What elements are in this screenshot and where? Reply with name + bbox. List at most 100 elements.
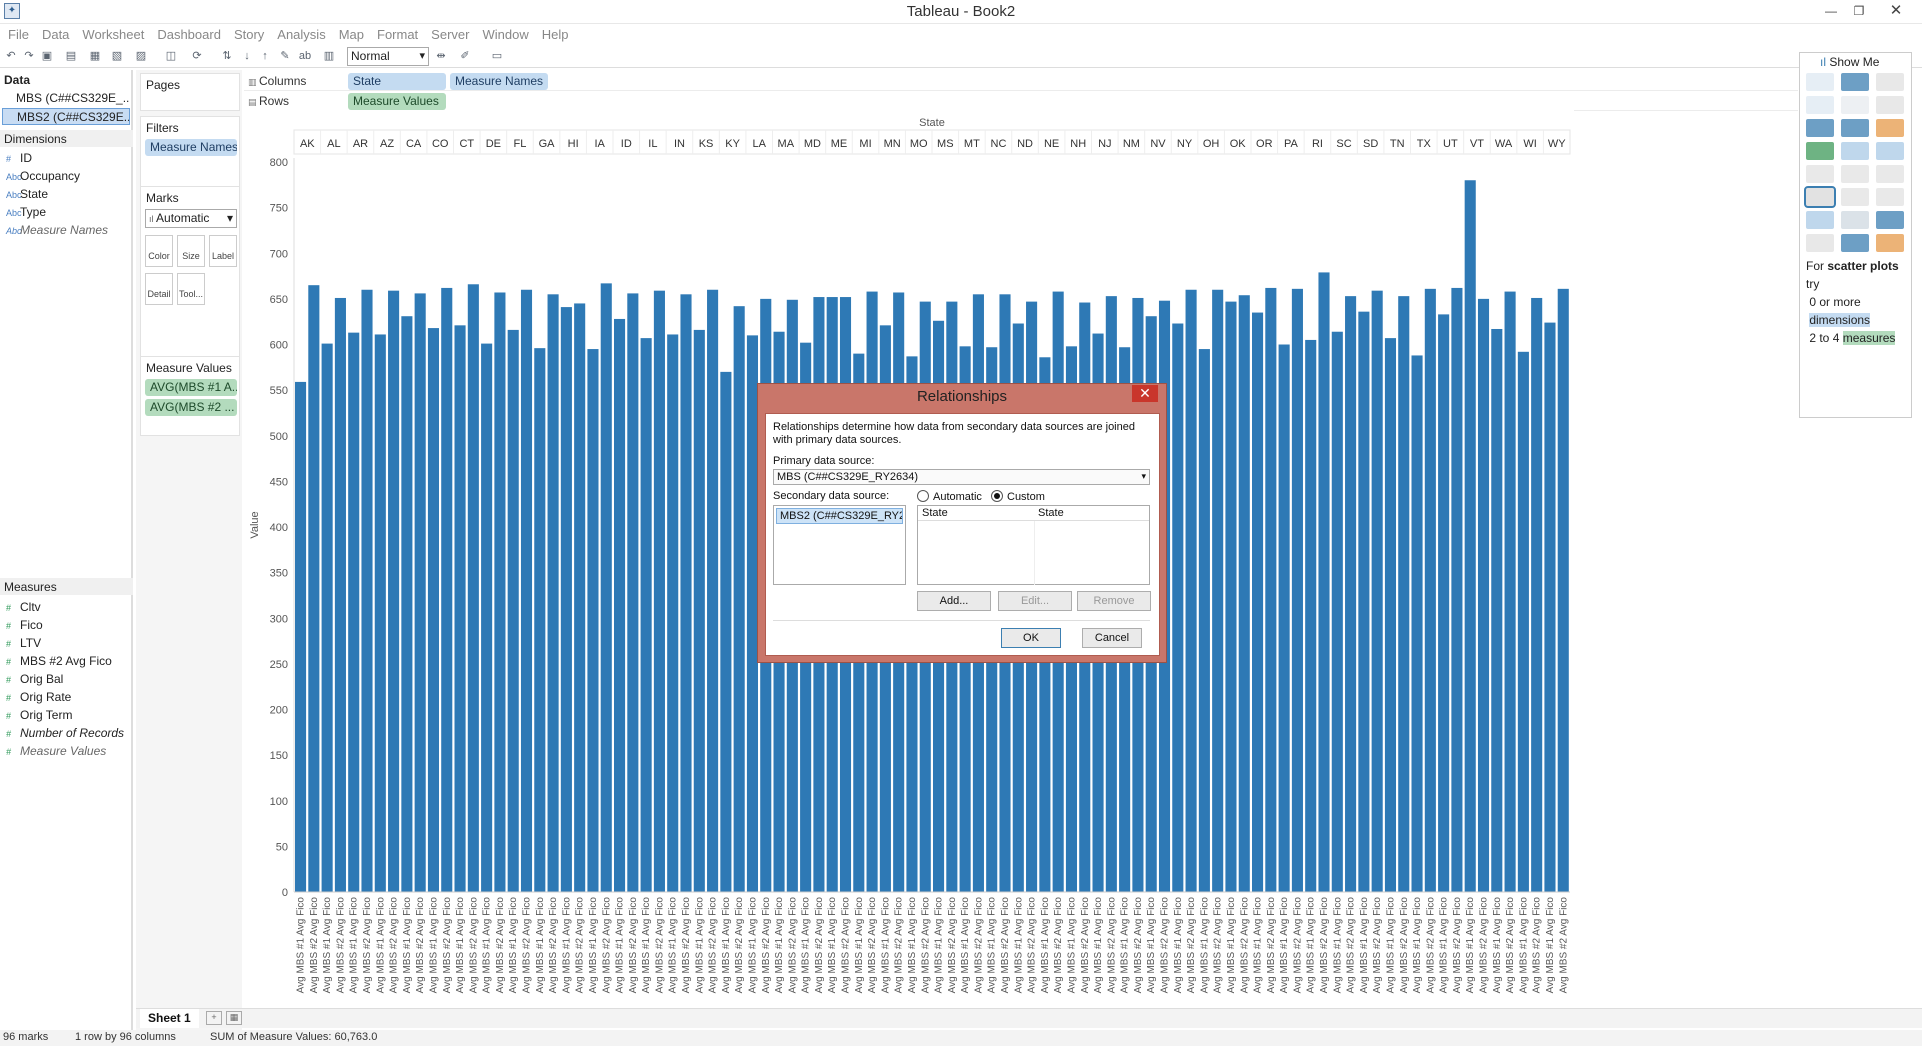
bar[interactable] <box>707 289 719 892</box>
menu-story[interactable]: Story <box>226 24 269 42</box>
automatic-radio[interactable] <box>917 490 929 502</box>
chart-type-thumbnail[interactable] <box>1876 119 1904 137</box>
bar[interactable] <box>574 303 586 892</box>
menu-help[interactable]: Help <box>534 24 574 42</box>
bar[interactable] <box>1252 312 1264 892</box>
bar[interactable] <box>507 329 519 892</box>
chart-type-thumbnail[interactable] <box>1806 211 1834 229</box>
field-id[interactable]: # ID <box>6 151 32 168</box>
menu-file[interactable]: File <box>0 24 34 42</box>
bar[interactable] <box>1504 291 1516 892</box>
field-mbs2-avg-fico[interactable]: # MBS #2 Avg Fico <box>6 654 112 671</box>
field-mapping-table[interactable]: State State <box>917 505 1150 585</box>
measure-values-pill-1[interactable]: AVG(MBS #1 A... <box>145 379 237 396</box>
remove-button[interactable]: Remove <box>1077 591 1151 611</box>
presentation-icon[interactable]: ▭ <box>490 49 504 63</box>
chart-type-thumbnail[interactable] <box>1876 234 1904 252</box>
bar[interactable] <box>667 334 679 892</box>
bar[interactable] <box>1464 180 1476 892</box>
chart-type-thumbnail[interactable] <box>1806 96 1834 114</box>
chart-type-thumbnail[interactable] <box>1841 96 1869 114</box>
menu-window[interactable]: Window <box>474 24 533 42</box>
bar[interactable] <box>733 306 745 892</box>
bar[interactable] <box>693 329 705 892</box>
restore-icon[interactable]: ❐ <box>1848 2 1870 20</box>
bar[interactable] <box>388 290 400 893</box>
bar[interactable] <box>1491 328 1503 892</box>
sort-ascending-icon[interactable]: ↓ <box>240 49 254 63</box>
secondary-datasource-item[interactable]: MBS2 (C##CS329E_RY2 <box>776 508 903 524</box>
bar[interactable] <box>1345 296 1357 892</box>
duplicate-sheet-icon[interactable]: ▧ <box>110 49 124 63</box>
tooltip-button[interactable]: Tool... <box>177 273 205 305</box>
field-type[interactable]: AbcType <box>6 205 46 222</box>
bar[interactable] <box>1238 295 1250 893</box>
size-button[interactable]: Size <box>177 235 205 267</box>
field-occupancy[interactable]: AbcOccupancy <box>6 169 80 186</box>
clear-sheet-icon[interactable]: ▨ <box>134 49 148 63</box>
chart-type-thumbnail[interactable] <box>1806 142 1834 160</box>
field-orig-rate[interactable]: # Orig Rate <box>6 690 71 707</box>
labels-icon[interactable]: ab <box>298 49 312 63</box>
minimize-icon[interactable]: — <box>1820 2 1842 20</box>
chart-type-thumbnail[interactable] <box>1876 73 1904 91</box>
bar[interactable] <box>1531 297 1543 892</box>
pause-updates-icon[interactable]: ◫ <box>164 49 178 63</box>
rows-pill-measure-values[interactable]: Measure Values <box>348 93 446 110</box>
custom-radio[interactable] <box>991 490 1003 502</box>
bar[interactable] <box>1212 289 1224 892</box>
bar[interactable] <box>1517 351 1529 892</box>
chart-type-thumbnail[interactable] <box>1841 119 1869 137</box>
bar[interactable] <box>414 293 426 892</box>
add-button[interactable]: Add... <box>917 591 991 611</box>
mark-type-select[interactable]: ıl Automatic ▾ <box>145 209 237 228</box>
field-measure-values[interactable]: # Measure Values <box>6 744 106 761</box>
chart-type-thumbnail[interactable] <box>1876 142 1904 160</box>
primary-datasource-select[interactable]: MBS (C##CS329E_RY2634) ▾ <box>773 469 1150 485</box>
menu-data[interactable]: Data <box>34 24 74 42</box>
chart-type-thumbnail[interactable] <box>1806 165 1834 183</box>
bar[interactable] <box>560 307 572 892</box>
chart-type-thumbnail[interactable] <box>1841 73 1869 91</box>
ok-button[interactable]: OK <box>1001 628 1061 648</box>
chart-type-thumbnail[interactable] <box>1806 234 1834 252</box>
bar[interactable] <box>1411 355 1423 892</box>
label-button[interactable]: Label <box>209 235 237 267</box>
chart-options-icon[interactable]: ▥ <box>322 49 336 63</box>
bar[interactable] <box>1291 288 1303 892</box>
rows-shelf[interactable]: ▤ Rows Measure Values <box>244 92 1798 111</box>
bar[interactable] <box>547 294 559 892</box>
close-icon[interactable]: ✕ <box>1132 385 1158 402</box>
bar[interactable] <box>1477 298 1490 892</box>
bar[interactable] <box>614 318 626 892</box>
bar[interactable] <box>1318 272 1330 893</box>
swap-icon[interactable]: ⇅ <box>220 49 234 63</box>
bar[interactable] <box>1305 339 1317 892</box>
bar[interactable] <box>1185 289 1197 892</box>
bar[interactable] <box>640 338 652 892</box>
bar[interactable] <box>1398 296 1410 892</box>
bar[interactable] <box>334 297 346 892</box>
columns-pill-state[interactable]: State <box>348 73 446 90</box>
bar[interactable] <box>680 294 692 892</box>
bar[interactable] <box>494 292 506 892</box>
close-window-icon[interactable]: ✕ <box>1885 2 1907 20</box>
new-dashboard-icon[interactable]: ▦ <box>226 1011 242 1025</box>
cancel-button[interactable]: Cancel <box>1082 628 1142 648</box>
filter-pill-measure-names[interactable]: Measure Names <box>145 139 237 156</box>
undo-icon[interactable]: ↶ <box>4 49 18 63</box>
sheet-tab-1[interactable]: Sheet 1 <box>140 1009 199 1028</box>
new-worksheet-icon[interactable]: + <box>206 1011 222 1025</box>
field-orig-term[interactable]: # Orig Term <box>6 708 72 725</box>
datasource-mbs[interactable]: MBS (C##CS329E_... <box>2 90 130 107</box>
new-datasource-icon[interactable]: ▤ <box>64 49 78 63</box>
bar[interactable] <box>1451 287 1463 892</box>
chart-type-thumbnail[interactable] <box>1876 188 1904 206</box>
field-orig-bal[interactable]: # Orig Bal <box>6 672 63 689</box>
sort-descending-icon[interactable]: ↑ <box>258 49 272 63</box>
bar[interactable] <box>1358 311 1370 892</box>
bar[interactable] <box>520 289 533 892</box>
field-state[interactable]: AbcState <box>6 187 48 204</box>
bar[interactable] <box>481 343 493 892</box>
field-measure-names[interactable]: AbcMeasure Names <box>6 223 108 240</box>
